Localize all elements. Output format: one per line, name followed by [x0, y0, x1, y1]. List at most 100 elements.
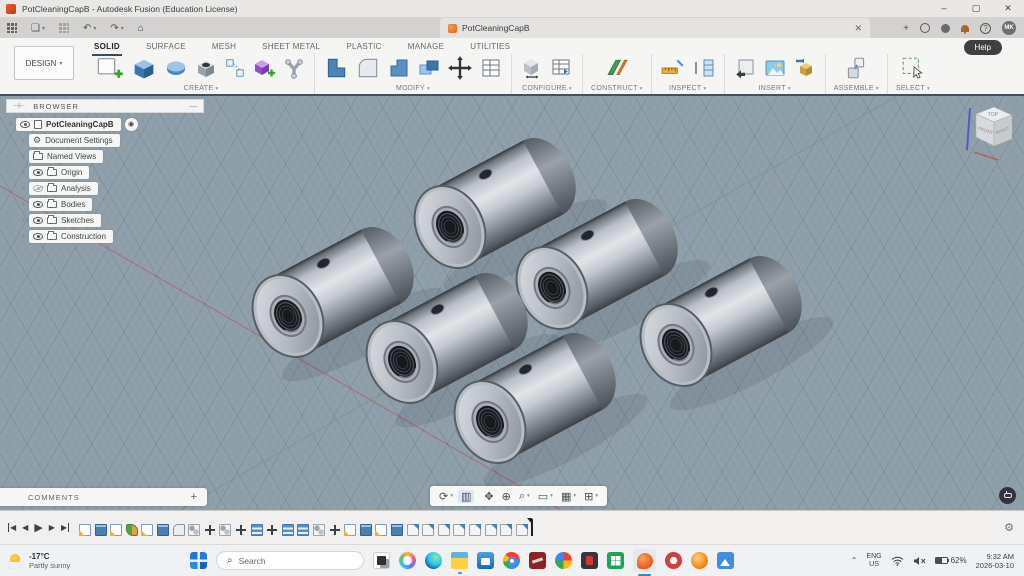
timeline-feature-copy-icon[interactable] — [453, 524, 465, 536]
expand-caret-icon[interactable]: ▸ — [19, 184, 29, 192]
extensions-icon[interactable] — [941, 24, 950, 33]
timeline-feature-copy-icon[interactable] — [407, 524, 419, 536]
configure-icon[interactable] — [520, 56, 544, 82]
timeline-feature-pattern-icon[interactable] — [297, 524, 309, 536]
browser-item-document-settings[interactable]: ▸⚙Document Settings — [6, 132, 204, 148]
file-menu-icon[interactable]: ❏▾ — [31, 23, 45, 34]
expand-caret-icon[interactable]: ▸ — [19, 168, 29, 176]
browser-item-origin[interactable]: ▸Origin — [6, 164, 204, 180]
taskbar-app-app-multi[interactable] — [555, 552, 572, 569]
tray-expand-icon[interactable]: ⌃ — [851, 556, 858, 565]
timeline-feature-sketch-icon[interactable] — [375, 524, 387, 536]
create-sketch-icon[interactable] — [96, 54, 124, 84]
select-group-label[interactable]: SELECT▾ — [896, 85, 930, 92]
timeline-go-end-icon[interactable]: ▶ — [61, 523, 69, 532]
save-icon[interactable] — [59, 23, 69, 33]
viewport-canvas[interactable]: ⊣⊢ BROWSER — ▾ PotCleaningCapB ◉ ▸⚙Docum… — [0, 96, 1024, 510]
move-copy-icon[interactable] — [447, 55, 473, 83]
comments-bar[interactable]: COMMENTS + — [0, 488, 207, 506]
press-pull-icon[interactable] — [323, 55, 349, 83]
expand-caret-icon[interactable]: ▸ — [19, 136, 29, 144]
assistant-badge[interactable] — [999, 487, 1016, 504]
taskbar-app-fusion[interactable] — [633, 549, 656, 572]
timeline-feature-extrude-icon[interactable] — [157, 524, 169, 536]
timeline-feature-fillet-icon[interactable] — [173, 524, 185, 536]
timeline-play-icon[interactable]: ▶ — [34, 521, 42, 534]
app-grid-icon[interactable] — [7, 23, 17, 33]
timeline-feature-sketch-icon[interactable] — [344, 524, 356, 536]
sketch-dimension-icon[interactable] — [224, 57, 246, 81]
timeline-feature-pattern-icon[interactable] — [282, 524, 294, 536]
timeline-feature-joint-icon[interactable] — [219, 524, 231, 536]
visibility-eye-icon[interactable] — [33, 233, 43, 240]
browser-root-row[interactable]: ▾ PotCleaningCapB ◉ — [6, 116, 204, 132]
visibility-eye-icon[interactable] — [33, 185, 43, 192]
look-at-icon[interactable]: ▥ — [458, 490, 474, 503]
section-analysis-icon[interactable] — [692, 56, 716, 82]
maximize-button[interactable]: ▢ — [960, 0, 992, 17]
panel-dock-icon[interactable]: ⊣⊢ — [13, 102, 25, 110]
home-icon[interactable]: ⌂ — [138, 23, 144, 34]
browser-item-sketches[interactable]: ▸Sketches — [6, 212, 204, 228]
language-indicator[interactable]: ENGUS — [866, 553, 881, 569]
pipe-icon[interactable] — [282, 56, 306, 82]
insert-group-label[interactable]: INSERT▾ — [759, 85, 791, 92]
job-status-icon[interactable] — [920, 23, 930, 33]
timeline-feature-sketch-icon[interactable] — [110, 524, 122, 536]
expand-caret-icon[interactable]: ▸ — [19, 216, 29, 224]
timeline-feature-copy-icon[interactable] — [500, 524, 512, 536]
form-icon[interactable] — [164, 56, 188, 82]
browser-item-bodies[interactable]: ▸Bodies — [6, 196, 204, 212]
assemble-group-label[interactable]: ASSEMBLE▾ — [834, 85, 879, 92]
taskbar-app-folder-open[interactable] — [451, 552, 468, 569]
timeline-feature-extrude-icon[interactable] — [95, 524, 107, 536]
visibility-eye-icon[interactable] — [33, 201, 43, 208]
expand-caret-icon[interactable]: ▸ — [19, 200, 29, 208]
timeline-feature-pattern-icon[interactable] — [251, 524, 263, 536]
timeline-feature-sketch-icon[interactable] — [141, 524, 153, 536]
timeline-feature-extrude-icon[interactable] — [360, 524, 372, 536]
insert-image-icon[interactable] — [763, 56, 787, 82]
timeline-feature-move-icon[interactable] — [266, 524, 278, 536]
speaker-muted-icon[interactable] — [913, 556, 926, 566]
taskbar-app-edge[interactable] — [425, 552, 442, 569]
notifications-icon[interactable] — [961, 25, 969, 32]
wifi-icon[interactable] — [891, 556, 904, 566]
insert-derive-icon[interactable] — [733, 56, 757, 82]
display-settings-icon[interactable]: ▭▾ — [535, 490, 556, 503]
configuration-table-icon[interactable] — [550, 56, 574, 82]
tab-close-icon[interactable]: ✕ — [854, 23, 862, 34]
new-tab-button[interactable]: + — [903, 23, 909, 34]
timeline-feature-joint-icon[interactable] — [313, 524, 325, 536]
assemble-joint-icon[interactable] — [843, 55, 869, 83]
browser-item-analysis[interactable]: ▸Analysis — [6, 180, 204, 196]
help-button[interactable]: Help — [964, 40, 1002, 55]
redo-icon[interactable]: ↷▾ — [110, 23, 123, 34]
browser-item-construction[interactable]: ▸Construction — [6, 228, 204, 244]
inspect-group-label[interactable]: INSPECT▾ — [669, 85, 707, 92]
visibility-eye-icon[interactable] — [33, 169, 43, 176]
timeline-feature-copy-icon[interactable] — [485, 524, 497, 536]
extrude-icon[interactable] — [130, 54, 158, 84]
timeline-feature-sketch-icon[interactable] — [79, 524, 91, 536]
construction-plane-icon[interactable] — [604, 55, 630, 83]
taskbar-app-copilot[interactable] — [399, 552, 416, 569]
visibility-eye-icon[interactable] — [20, 121, 30, 128]
browser-item-named-views[interactable]: ▸Named Views — [6, 148, 204, 164]
viewports-icon[interactable]: ⊞▾ — [581, 490, 601, 503]
viewcube-top-label[interactable]: TOP — [988, 112, 999, 118]
taskbar-app-store[interactable] — [477, 552, 494, 569]
timeline-feature-move-icon[interactable] — [329, 524, 341, 536]
help-menu-icon[interactable]: ? — [980, 23, 991, 34]
timeline-feature-copy-icon[interactable] — [516, 524, 528, 536]
taskbar-app-app-2025[interactable] — [665, 552, 682, 569]
shell-icon[interactable] — [387, 56, 411, 82]
taskbar-app-task-view[interactable] — [373, 552, 390, 569]
zoom-icon[interactable]: ⊕ — [499, 490, 514, 503]
undo-icon[interactable]: ↶▾ — [83, 23, 96, 34]
taskbar-app-app-dark[interactable] — [581, 552, 598, 569]
taskbar-app-app-red[interactable] — [529, 552, 546, 569]
timeline-step-back-icon[interactable]: ◀ — [22, 523, 28, 532]
clock[interactable]: 9:32 AM2026-03-10 — [976, 552, 1014, 570]
taskbar-app-app-orange[interactable] — [691, 552, 708, 569]
